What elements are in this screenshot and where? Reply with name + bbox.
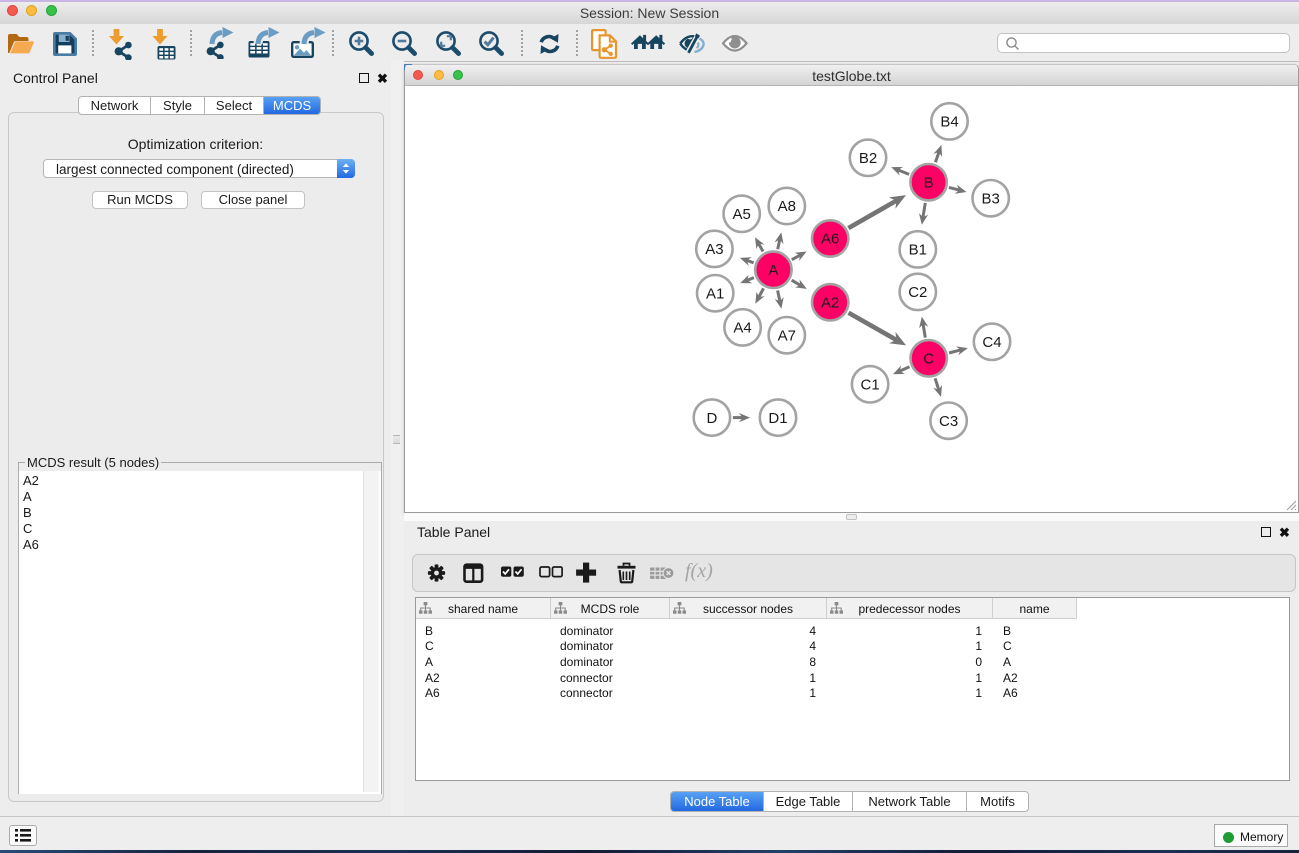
svg-text:D1: D1 — [768, 410, 787, 427]
svg-text:C1: C1 — [861, 377, 880, 394]
svg-text:A7: A7 — [778, 327, 796, 344]
svg-text:A8: A8 — [778, 198, 796, 215]
svg-text:A: A — [768, 262, 778, 279]
svg-text:B1: B1 — [909, 242, 927, 259]
svg-text:C4: C4 — [982, 334, 1001, 351]
svg-text:B: B — [924, 174, 934, 191]
svg-text:A3: A3 — [705, 241, 723, 258]
svg-text:A4: A4 — [733, 320, 751, 337]
svg-text:B4: B4 — [940, 114, 958, 131]
svg-text:A6: A6 — [821, 231, 839, 248]
svg-text:A1: A1 — [706, 285, 724, 302]
svg-text:A2: A2 — [821, 295, 839, 312]
svg-text:D: D — [706, 410, 717, 427]
svg-text:B3: B3 — [982, 190, 1000, 207]
svg-text:C3: C3 — [939, 413, 958, 430]
svg-text:B2: B2 — [859, 150, 877, 167]
svg-text:C2: C2 — [908, 284, 927, 301]
svg-text:A5: A5 — [733, 206, 751, 223]
svg-text:C: C — [923, 351, 934, 368]
